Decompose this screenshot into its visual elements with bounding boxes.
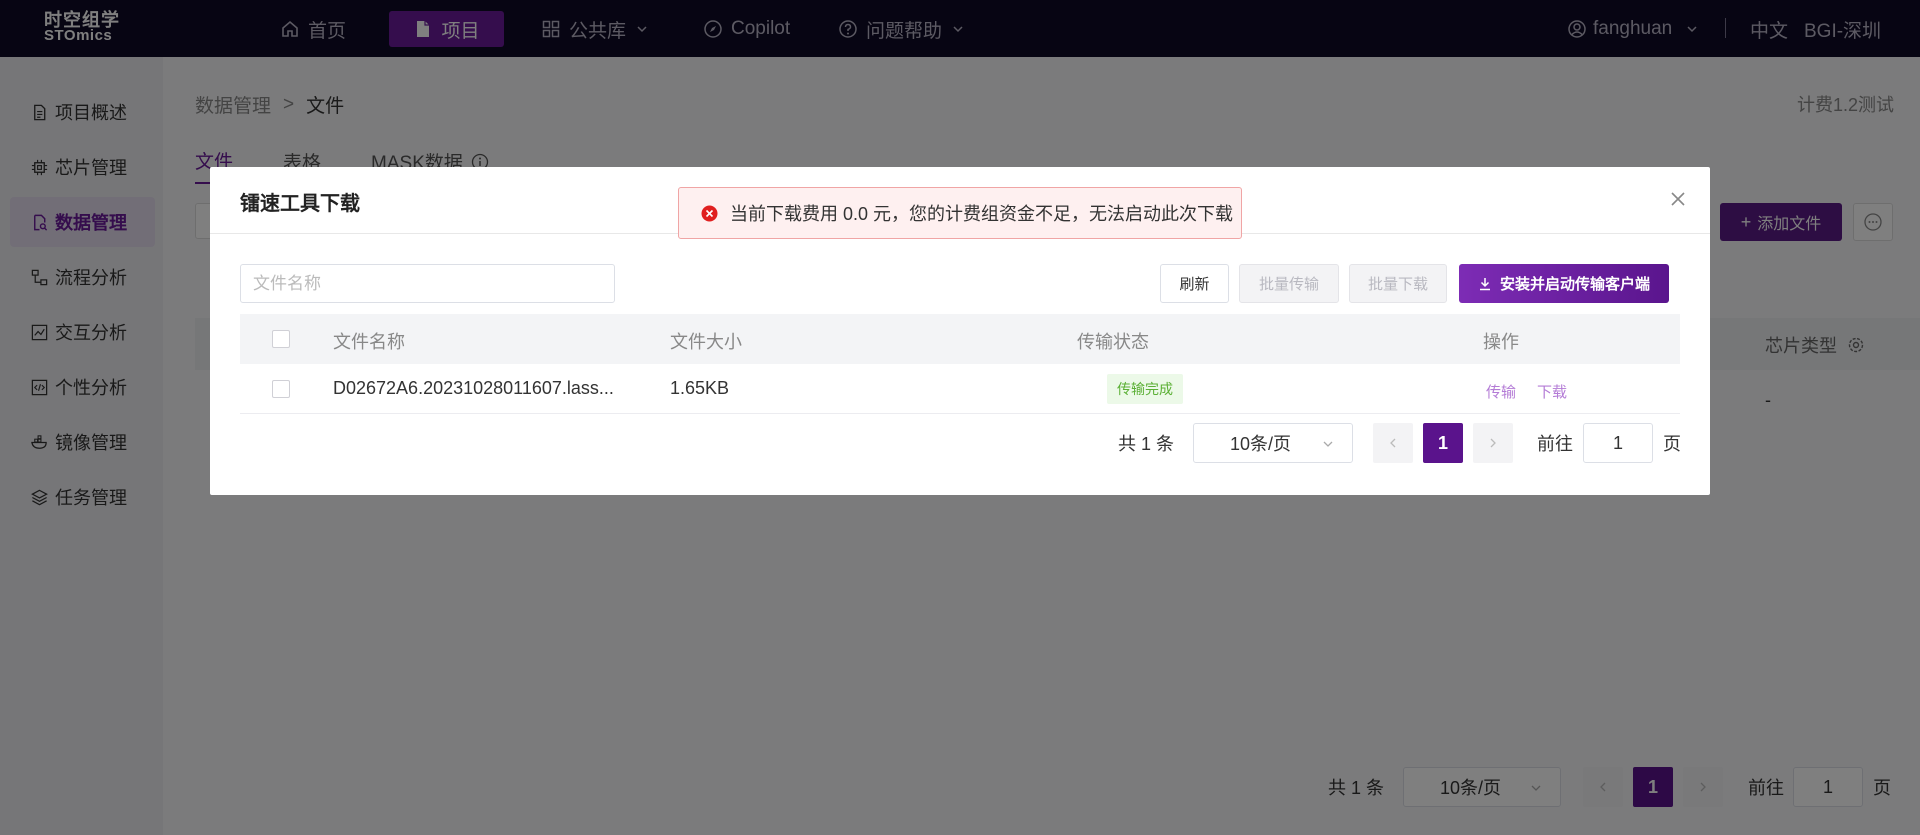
table-row: D02672A6.20231028011607.lass... 1.65KB 传…: [240, 364, 1680, 414]
file-name-search-input[interactable]: [240, 264, 615, 303]
column-header-size: 文件大小: [670, 332, 742, 352]
close-icon[interactable]: [1670, 191, 1686, 207]
status-badge: 传输完成: [1107, 374, 1183, 404]
error-message: 当前下载费用 0.0 元，您的计费组资金不足，无法启动此次下载: [730, 204, 1234, 224]
page-unit: 页: [1663, 434, 1681, 454]
transfer-link[interactable]: 传输: [1486, 381, 1516, 402]
dialog-title: 镭速工具下载: [240, 193, 360, 215]
page-size-select[interactable]: 10条/页: [1193, 423, 1353, 463]
error-icon: [701, 205, 718, 221]
goto-page-input[interactable]: [1583, 423, 1653, 463]
column-header-name: 文件名称: [333, 332, 405, 352]
current-page-number[interactable]: 1: [1423, 423, 1463, 463]
batch-download-button[interactable]: 批量下载: [1349, 264, 1447, 303]
file-name-cell: D02672A6.20231028011607.lass...: [333, 378, 614, 398]
download-link[interactable]: 下载: [1537, 381, 1567, 402]
row-checkbox[interactable]: [272, 380, 290, 398]
chevron-right-icon: [1490, 438, 1496, 448]
install-client-label: 安装并启动传输客户端: [1499, 276, 1650, 293]
error-toast: 当前下载费用 0.0 元，您的计费组资金不足，无法启动此次下载: [678, 187, 1242, 239]
batch-transfer-button[interactable]: 批量传输: [1239, 264, 1339, 303]
file-size-cell: 1.65KB: [670, 378, 730, 398]
install-client-button[interactable]: 安装并启动传输客户端: [1459, 264, 1669, 303]
page-size-label: 10条/页: [1230, 434, 1292, 454]
refresh-button[interactable]: 刷新: [1160, 264, 1229, 303]
pager-total: 共 1 条: [1118, 434, 1175, 454]
chevron-down-icon: [1323, 441, 1333, 447]
transfer-table-header: 文件名称 文件大小 传输状态 操作: [240, 314, 1680, 364]
select-all-checkbox[interactable]: [272, 330, 290, 348]
prev-page-button[interactable]: [1373, 423, 1413, 463]
goto-label: 前往: [1537, 434, 1573, 454]
chevron-left-icon: [1390, 438, 1396, 448]
column-header-actions: 操作: [1483, 332, 1519, 352]
column-header-status: 传输状态: [1077, 332, 1149, 352]
next-page-button[interactable]: [1473, 423, 1513, 463]
download-icon: [1479, 277, 1490, 290]
